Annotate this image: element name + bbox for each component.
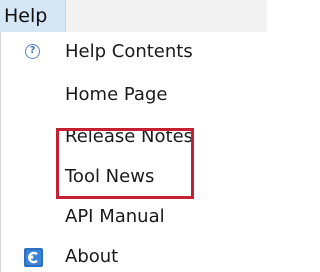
menu-item-tool-news[interactable]: Tool News <box>1 157 268 197</box>
menu-bar: Help <box>0 0 267 32</box>
app-logo-icon <box>24 248 43 267</box>
help-dropdown-menu: ? Help Contents Home Page Release Notes … <box>0 32 267 272</box>
menu-item-api-manual[interactable]: API Manual <box>1 197 268 237</box>
menu-item-label: API Manual <box>65 206 165 227</box>
help-circle-icon: ? <box>25 44 40 59</box>
menu-item-label: About <box>65 246 119 267</box>
menu-item-label: Home Page <box>65 84 168 105</box>
menu-help[interactable]: Help <box>0 0 66 32</box>
menu-item-label: Tool News <box>65 166 155 187</box>
menu-item-release-notes[interactable]: Release Notes <box>1 117 268 157</box>
menu-item-help-contents[interactable]: ? Help Contents <box>1 32 268 72</box>
menu-item-label: Help Contents <box>65 41 193 62</box>
menu-item-about[interactable]: About <box>1 237 268 272</box>
menu-item-home-page[interactable]: Home Page <box>1 75 268 115</box>
help-menu-screen: Help ? Help Contents Home Page Release N… <box>0 0 267 272</box>
menu-item-label: Release Notes <box>65 126 194 147</box>
